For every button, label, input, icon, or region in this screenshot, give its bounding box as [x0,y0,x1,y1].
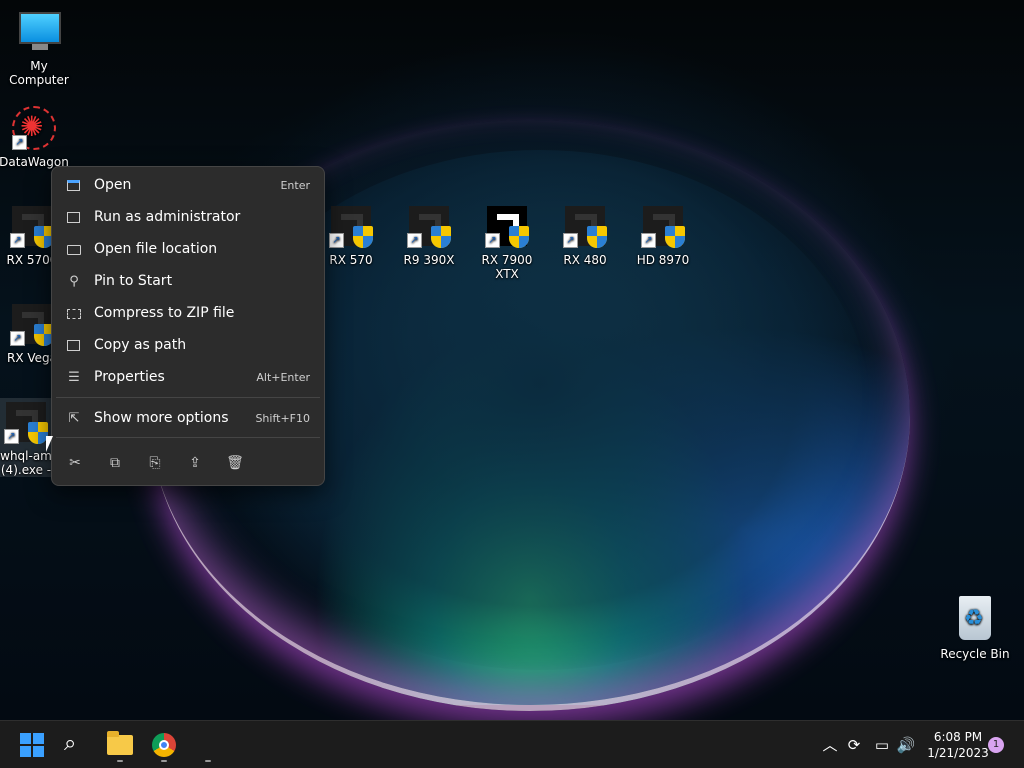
desktop-icon-label: My Computer [9,59,69,87]
network-icon[interactable]: ▭ [872,735,892,755]
amd-shortcut-icon: ↗ [405,202,453,250]
desktop-icon-rx-480[interactable]: ↗ RX 480 [547,202,623,267]
menu-item-label: Open [94,177,132,193]
chrome-button[interactable] [148,729,180,761]
desktop-icon-label: HD 8970 [636,253,690,267]
shortcut-arrow-icon: ↗ [485,233,500,248]
more-options-icon: ⇱ [68,411,80,426]
zip-icon [66,306,82,322]
desktop-icon-label: RX 480 [563,253,607,267]
shield-admin-icon [66,210,82,226]
desktop-icon-label: R9 390X [403,253,455,267]
menu-item-label: Properties [94,369,165,385]
desktop-icon-label: RX 7900 XTX [481,253,533,281]
menu-item-run-as-administrator[interactable]: Run as administrator [56,203,320,233]
shortcut-arrow-icon: ↗ [4,429,19,444]
notification-badge[interactable]: 1 [988,737,1004,753]
clock-date: 1/21/2023 [927,746,989,760]
clock-time: 6:08 PM [933,730,983,744]
shortcut-arrow-icon: ↗ [12,135,27,150]
amd-shortcut-icon: ↗ [639,202,687,250]
menu-item-properties[interactable]: ☰ Properties Alt+Enter [56,363,320,393]
desktop-background: My Computer ↗ DataWagon ↗ RX 5700 ↗ RX V… [0,0,1024,720]
shortcut-arrow-icon: ↗ [329,233,344,248]
amd-shortcut-icon: ↗ [8,300,56,348]
shortcut-arrow-icon: ↗ [641,233,656,248]
sync-icon[interactable]: ⟳ [844,735,864,755]
desktop-icon-hd-8970[interactable]: ↗ HD 8970 [625,202,701,267]
context-menu: Open Enter Run as administrator Open fil… [51,166,325,486]
amd-shortcut-icon: ↗ [327,202,375,250]
menu-item-label: Pin to Start [94,273,173,289]
share-icon[interactable]: ⇪ [181,449,209,477]
amd-shortcut-icon: ↗ [2,398,50,446]
cut-icon[interactable]: ✂ [61,449,89,477]
start-button[interactable] [16,729,48,761]
menu-item-shortcut: Alt+Enter [256,371,310,384]
properties-icon: ☰ [68,370,80,385]
running-indicator [117,760,123,762]
search-button[interactable]: ⌕ [60,729,92,761]
uac-shield-icon [28,422,48,444]
menu-item-compress-to-zip[interactable]: Compress to ZIP file [56,299,320,329]
uac-shield-icon [431,226,451,248]
shortcut-arrow-icon: ↗ [407,233,422,248]
menu-item-label: Compress to ZIP file [94,305,235,321]
shortcut-arrow-icon: ↗ [563,233,578,248]
running-indicator [205,760,211,762]
volume-icon[interactable]: 🔊 [896,735,916,755]
amd-shortcut-icon: ↗ [8,202,56,250]
copy-icon[interactable]: ⧉ [101,449,129,477]
menu-item-open-file-location[interactable]: Open file location [56,235,320,265]
menu-item-label: Open file location [94,241,218,257]
copy-path-icon [66,338,82,354]
menu-item-label: Copy as path [94,337,187,353]
datawagon-icon: ↗ [10,104,58,152]
file-explorer-button[interactable] [104,729,136,761]
desktop-icon-r9-390x[interactable]: ↗ R9 390X [391,202,467,267]
windows-logo-icon [20,733,44,757]
amd-shortcut-icon: ↗ [483,202,531,250]
desktop-icon-my-computer[interactable]: My Computer [1,8,77,87]
desktop-icon-recycle-bin[interactable]: Recycle Bin [937,596,1013,661]
uac-shield-icon [353,226,373,248]
search-icon: ⌕ [64,731,77,756]
shortcut-arrow-icon: ↗ [10,331,25,346]
menu-item-copy-as-path[interactable]: Copy as path [56,331,320,361]
monitor-icon [15,8,63,56]
chrome-icon [152,733,176,757]
chevron-up-icon[interactable]: ︿ [820,735,840,755]
system-clock[interactable]: 6:08 PM 1/21/2023 [920,729,996,761]
menu-item-shortcut: Enter [280,179,310,192]
menu-item-show-more-options[interactable]: ⇱ Show more options Shift+F10 [56,404,320,434]
menu-item-pin-to-start[interactable]: ⚲ Pin to Start [56,267,320,297]
delete-icon[interactable]: 🗑 [221,449,249,477]
running-indicator [161,760,167,762]
uac-shield-icon [665,226,685,248]
pin-icon: ⚲ [69,274,79,289]
amd-shortcut-icon: ↗ [561,202,609,250]
open-icon [66,178,82,194]
menu-separator [56,397,320,398]
taskbar: ⌕ ︿ ⟳ ▭ 🔊 6:08 PM 1/21/2023 1 [0,720,1024,768]
menu-item-shortcut: Shift+F10 [255,412,310,425]
menu-item-label: Run as administrator [94,209,241,225]
uac-shield-icon [587,226,607,248]
menu-item-label: Show more options [94,410,229,426]
menu-item-open[interactable]: Open Enter [56,171,320,201]
mouse-cursor-icon [46,436,53,452]
recycle-bin-icon [951,596,999,644]
desktop-icon-datawagon[interactable]: ↗ DataWagon [0,104,72,169]
desktop-icon-rx-7900-xtx[interactable]: ↗ RX 7900 XTX [469,202,545,281]
folder-icon [107,731,133,755]
folder-icon [66,242,82,258]
shortcut-arrow-icon: ↗ [10,233,25,248]
uac-shield-icon [509,226,529,248]
menu-separator [56,437,320,438]
rename-icon[interactable]: ⎘ [141,449,169,477]
desktop-icon-label: Recycle Bin [940,647,1010,661]
desktop-icon-label: whql-am (4).exe - [0,449,52,477]
